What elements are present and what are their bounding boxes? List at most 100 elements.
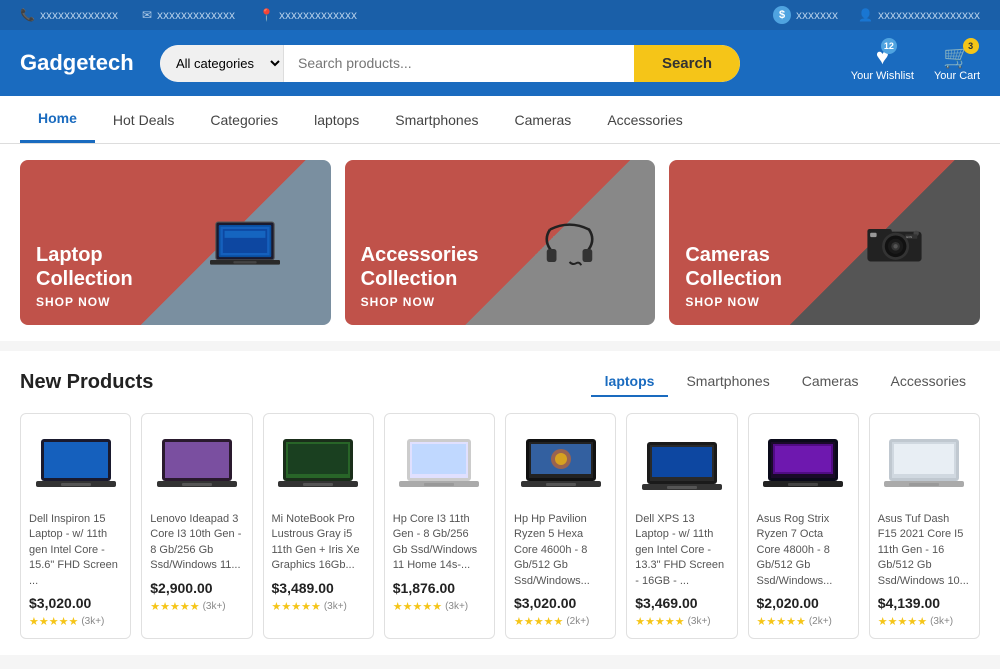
product-image: [29, 424, 122, 504]
banner-accessories[interactable]: AccessoriesCollection SHOP NOW: [345, 160, 656, 325]
product-image: [878, 424, 971, 504]
product-description: Hp Core I3 11th Gen - 8 Gb/256 Gb Ssd/Wi…: [393, 512, 486, 574]
search-input[interactable]: [284, 45, 634, 81]
cart-button[interactable]: 🛒 3 Your Cart: [934, 44, 980, 82]
phone-icon: 📞: [20, 8, 35, 22]
tab-cameras[interactable]: Cameras: [788, 367, 873, 397]
product-image: [635, 424, 728, 504]
wishlist-label: Your Wishlist: [851, 70, 914, 82]
review-count: (3k+): [930, 616, 953, 627]
banner-cameras[interactable]: CamerasCollection SHOP NOW EOS: [669, 160, 980, 325]
product-card[interactable]: Lenovo Ideapad 3 Core I3 10th Gen - 8 Gb…: [141, 413, 252, 639]
product-rating: ★★★★★ (3k+): [272, 600, 365, 613]
product-description: Dell Inspiron 15 Laptop - w/ 11th gen In…: [29, 512, 122, 589]
tab-smartphones[interactable]: Smartphones: [672, 367, 783, 397]
product-tabs: laptops Smartphones Cameras Accessories: [591, 367, 980, 397]
star-icon: ★★★★★: [393, 600, 442, 613]
review-count: (3k+): [688, 616, 711, 627]
banner-cameras-title: CamerasCollection: [685, 243, 782, 291]
product-description: Dell XPS 13 Laptop - w/ 11th gen Intel C…: [635, 512, 728, 589]
product-price: $4,139.00: [878, 595, 971, 611]
product-image: [514, 424, 607, 504]
product-image: [272, 424, 365, 504]
banner-accessories-title: AccessoriesCollection: [361, 243, 479, 291]
star-icon: ★★★★★: [635, 615, 684, 628]
product-rating: ★★★★★ (3k+): [150, 600, 243, 613]
nav-home[interactable]: Home: [20, 96, 95, 143]
banner-cameras-shop: SHOP NOW: [685, 295, 782, 309]
banner-laptop[interactable]: LaptopCollection SHOP NOW: [20, 160, 331, 325]
review-count: (3k+): [445, 601, 468, 612]
product-price: $3,020.00: [29, 595, 122, 611]
product-description: Hp Hp Pavilion Ryzen 5 Hexa Core 4600h -…: [514, 512, 607, 589]
nav-accessories[interactable]: Accessories: [589, 98, 700, 142]
product-rating: ★★★★★ (3k+): [878, 615, 971, 628]
search-bar: All categories laptops Smartphones Camer…: [160, 45, 740, 82]
cart-label: Your Cart: [934, 70, 980, 82]
banner-laptop-shop: SHOP NOW: [36, 295, 133, 309]
location-icon: 📍: [259, 8, 274, 22]
currency-text: xxxxxxx: [796, 8, 838, 22]
wishlist-button[interactable]: ♥ 12 Your Wishlist: [851, 44, 914, 82]
dollar-icon: $: [773, 6, 791, 24]
nav: Home Hot Deals Categories laptops Smartp…: [0, 96, 1000, 144]
product-card[interactable]: Dell Inspiron 15 Laptop - w/ 11th gen In…: [20, 413, 131, 639]
product-rating: ★★★★★ (3k+): [635, 615, 728, 628]
nav-categories[interactable]: Categories: [192, 98, 296, 142]
nav-smartphones[interactable]: Smartphones: [377, 98, 496, 142]
user-icon: 👤: [858, 8, 873, 22]
product-price: $2,020.00: [757, 595, 850, 611]
email-info: ✉ xxxxxxxxxxxxx: [142, 8, 235, 22]
email-text: xxxxxxxxxxxxx: [157, 8, 235, 22]
star-icon: ★★★★★: [272, 600, 321, 613]
review-count: (2k+): [566, 616, 589, 627]
product-image: [757, 424, 850, 504]
product-card[interactable]: Hp Core I3 11th Gen - 8 Gb/256 Gb Ssd/Wi…: [384, 413, 495, 639]
star-icon: ★★★★★: [514, 615, 563, 628]
products-title: New Products: [20, 371, 153, 394]
phone-info: 📞 xxxxxxxxxxxxx: [20, 8, 118, 22]
product-price: $3,489.00: [272, 580, 365, 596]
product-price: $3,469.00: [635, 595, 728, 611]
product-card[interactable]: Asus Tuf Dash F15 2021 Core I5 11th Gen …: [869, 413, 980, 639]
banner-accessories-image: [484, 160, 655, 325]
logo[interactable]: Gadgetech: [20, 50, 140, 76]
product-grid: Dell Inspiron 15 Laptop - w/ 11th gen In…: [20, 413, 980, 639]
user-text: xxxxxxxxxxxxxxxxx: [878, 8, 980, 22]
product-card[interactable]: Mi NoteBook Pro Lustrous Gray i5 11th Ge…: [263, 413, 374, 639]
review-count: (3k+): [324, 601, 347, 612]
product-card[interactable]: Dell XPS 13 Laptop - w/ 11th gen Intel C…: [626, 413, 737, 639]
star-icon: ★★★★★: [150, 600, 199, 613]
wishlist-badge: 12: [881, 38, 897, 54]
nav-hotdeals[interactable]: Hot Deals: [95, 98, 192, 142]
product-price: $3,020.00: [514, 595, 607, 611]
product-description: Asus Rog Strix Ryzen 7 Octa Core 4800h -…: [757, 512, 850, 589]
banner-laptop-image: [160, 160, 331, 325]
nav-laptops[interactable]: laptops: [296, 98, 377, 142]
banner-laptop-title: LaptopCollection: [36, 243, 133, 291]
star-icon: ★★★★★: [878, 615, 927, 628]
currency-info[interactable]: $ xxxxxxx: [773, 6, 838, 24]
location-text: xxxxxxxxxxxxx: [279, 8, 357, 22]
product-image: [150, 424, 243, 504]
review-count: (2k+): [809, 616, 832, 627]
nav-cameras[interactable]: Cameras: [497, 98, 590, 142]
review-count: (3k+): [203, 601, 226, 612]
product-card[interactable]: Hp Hp Pavilion Ryzen 5 Hexa Core 4600h -…: [505, 413, 616, 639]
banners-section: LaptopCollection SHOP NOW AccessoriesCol…: [0, 144, 1000, 341]
cart-badge: 3: [963, 38, 979, 54]
tab-accessories[interactable]: Accessories: [877, 367, 980, 397]
product-description: Mi NoteBook Pro Lustrous Gray i5 11th Ge…: [272, 512, 365, 574]
product-description: Asus Tuf Dash F15 2021 Core I5 11th Gen …: [878, 512, 971, 589]
banner-cameras-image: EOS: [809, 160, 980, 325]
banner-accessories-shop: SHOP NOW: [361, 295, 479, 309]
user-info[interactable]: 👤 xxxxxxxxxxxxxxxxx: [858, 8, 980, 22]
tab-laptops[interactable]: laptops: [591, 367, 669, 397]
product-card[interactable]: Asus Rog Strix Ryzen 7 Octa Core 4800h -…: [748, 413, 859, 639]
email-icon: ✉: [142, 8, 152, 22]
phone-text: xxxxxxxxxxxxx: [40, 8, 118, 22]
category-select[interactable]: All categories laptops Smartphones Camer…: [160, 45, 284, 82]
product-price: $2,900.00: [150, 580, 243, 596]
search-button[interactable]: Search: [634, 45, 740, 82]
product-description: Lenovo Ideapad 3 Core I3 10th Gen - 8 Gb…: [150, 512, 243, 574]
